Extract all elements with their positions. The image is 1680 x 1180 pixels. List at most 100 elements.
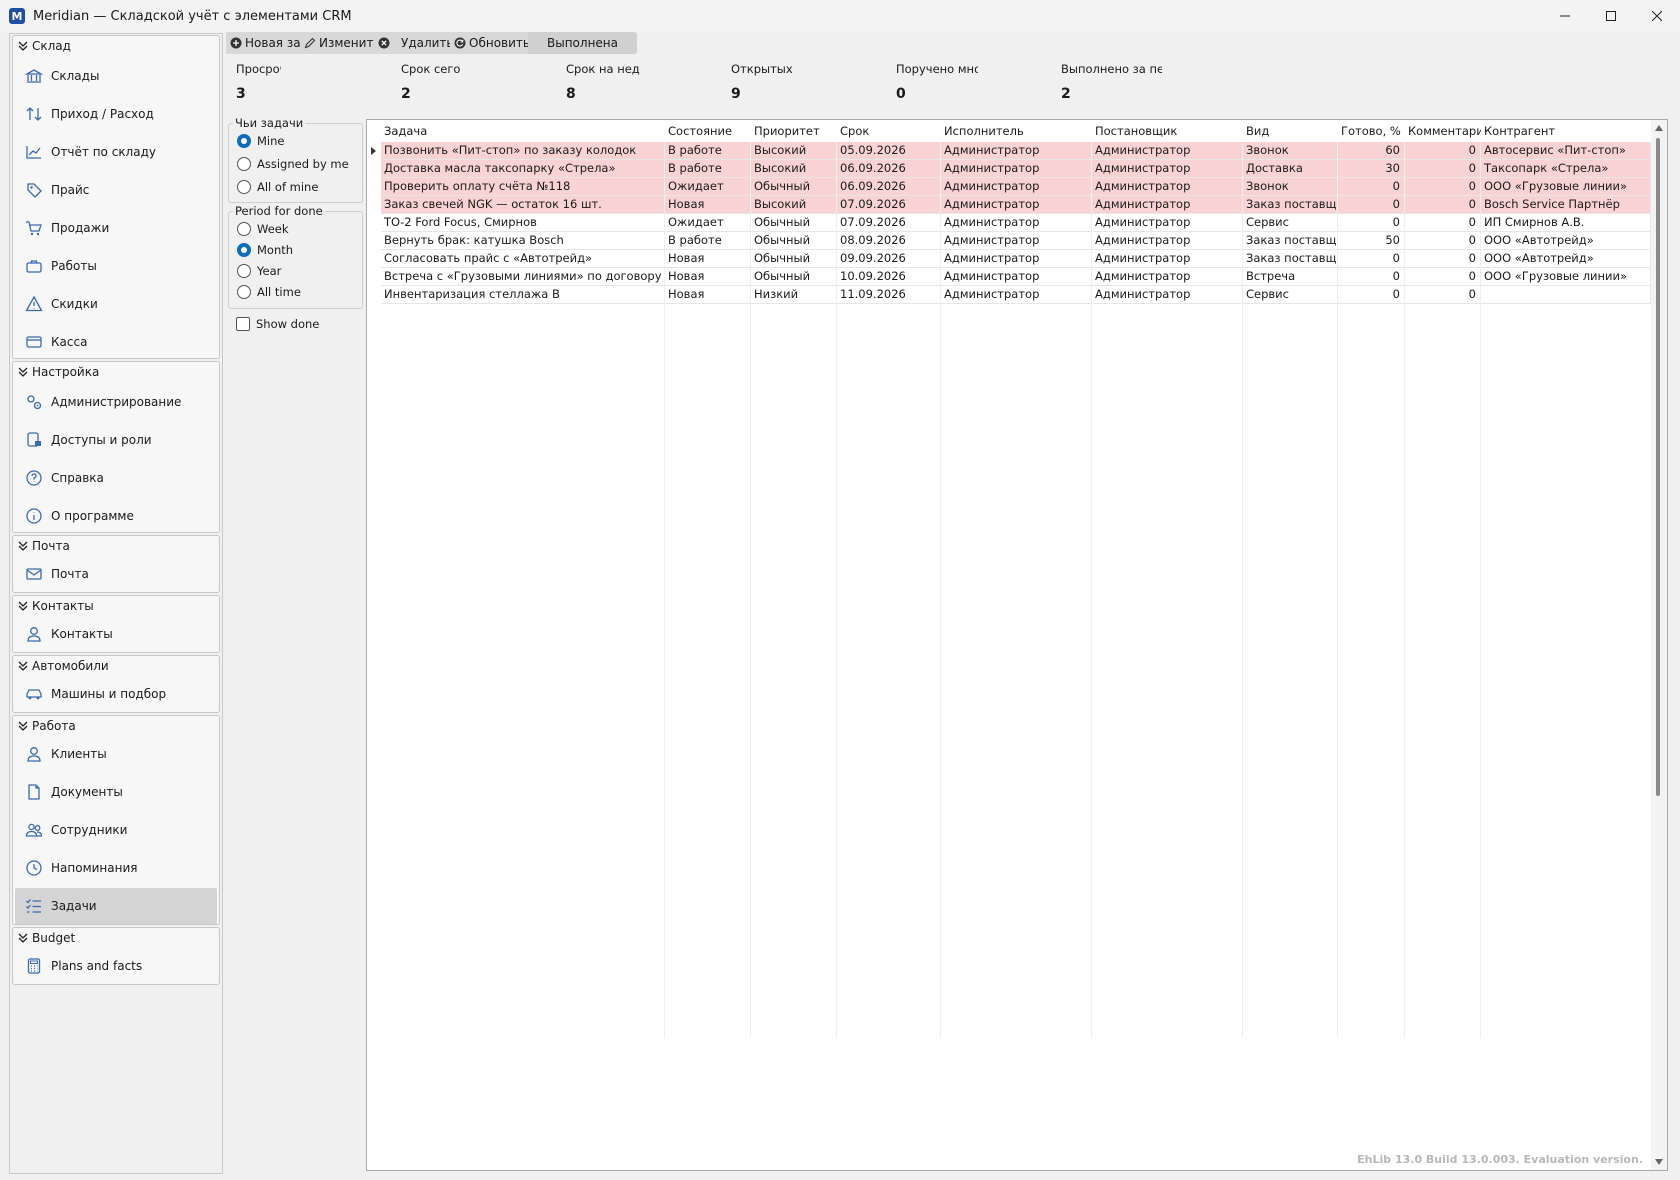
- nav-item-label: Приход / Расход: [51, 107, 154, 121]
- cell-creator: Администратор: [1092, 196, 1243, 213]
- column-header-counterparty[interactable]: Контрагент: [1481, 124, 1651, 140]
- radio-year[interactable]: Year: [237, 264, 281, 278]
- nav-item-label: Напоминания: [51, 861, 138, 875]
- nav-item-contacts[interactable]: Контакты: [15, 616, 217, 652]
- cell-due: 07.09.2026: [837, 214, 941, 231]
- nav-item-access-roles[interactable]: Доступы и роли: [15, 422, 217, 458]
- scroll-up-icon[interactable]: [1655, 125, 1663, 131]
- nav-item-mail[interactable]: Почта: [15, 556, 217, 592]
- nav-item-about[interactable]: О программе: [15, 498, 217, 534]
- cell-done-percent: 0: [1338, 196, 1405, 213]
- nav-item-cashbox[interactable]: Касса: [15, 324, 217, 360]
- collapse-chevron-icon: [18, 541, 28, 551]
- nav-item-discounts[interactable]: Скидки: [15, 286, 217, 322]
- radio-button[interactable]: [237, 180, 251, 194]
- show-done-label: Show done: [256, 317, 320, 331]
- nav-group-header[interactable]: Контакты: [13, 596, 219, 616]
- cell-due: 05.09.2026: [837, 142, 941, 159]
- document-icon: [28, 784, 40, 800]
- radio-month[interactable]: Month: [237, 243, 293, 257]
- cell-task: Вернуть брак: катушка Bosch: [381, 232, 665, 249]
- delete-label: Удалить: [401, 36, 450, 50]
- radio-button[interactable]: [237, 243, 251, 257]
- nav-item-administration[interactable]: Администрирование: [15, 384, 217, 420]
- edit-button[interactable]: Изменить: [300, 32, 374, 54]
- column-header-creator[interactable]: Постановщик: [1092, 124, 1243, 140]
- maximize-icon: [1606, 11, 1616, 21]
- cell-assignee: Администратор: [941, 142, 1092, 159]
- nav-item-sales[interactable]: Продажи: [15, 210, 217, 246]
- table-row[interactable]: Вернуть брак: катушка Bosch В работе Обычн…: [381, 232, 1651, 250]
- nav-item-income-expense[interactable]: Приход / Расход: [15, 96, 217, 132]
- cell-due: 06.09.2026: [837, 160, 941, 177]
- nav-group-title: Контакты: [32, 599, 94, 613]
- radio-button[interactable]: [237, 264, 251, 278]
- table-row[interactable]: ТО-2 Ford Focus, Смирнов Ожидает Обычный 07…: [381, 214, 1651, 232]
- nav-item-label: Продажи: [51, 221, 110, 235]
- mark-done-button[interactable]: Выполнена: [528, 32, 637, 54]
- scroll-thumb[interactable]: [1656, 138, 1660, 796]
- table-row[interactable]: Инвентаризация стеллажа B Новая Низкий 11.0…: [381, 286, 1651, 304]
- maximize-button[interactable]: [1588, 0, 1634, 32]
- column-header-done-percent[interactable]: Готово, %: [1338, 124, 1405, 140]
- cell-type: Заказ поставщику: [1243, 232, 1338, 249]
- nav-group-header[interactable]: Склад: [13, 36, 219, 56]
- column-header-type[interactable]: Вид: [1243, 124, 1338, 140]
- refresh-button[interactable]: Обновить: [450, 32, 528, 54]
- nav-item-documents[interactable]: Документы: [15, 774, 217, 810]
- nav-item-employees[interactable]: Сотрудники: [15, 812, 217, 848]
- stat-value: 2: [1061, 86, 1071, 102]
- mail-icon: [26, 568, 42, 580]
- column-header-due[interactable]: Срок: [837, 124, 941, 140]
- nav-group-mail: Почта Почта: [12, 535, 220, 593]
- table-row[interactable]: Доставка масла таксопарку «Стрела» В рабо…: [381, 160, 1651, 178]
- nav-item-clients[interactable]: Клиенты: [15, 736, 217, 772]
- table-row[interactable]: Проверить оплату счёта №118 Ожидает Обычны…: [381, 178, 1651, 196]
- nav-item-tasks[interactable]: Задачи: [15, 888, 217, 924]
- radio-all-of-mine[interactable]: All of mine: [237, 180, 318, 194]
- nav-item-label: Администрирование: [51, 395, 182, 409]
- nav-group-header[interactable]: Почта: [13, 536, 219, 556]
- column-header-priority[interactable]: Приоритет: [751, 124, 837, 140]
- radio-button[interactable]: [237, 285, 251, 299]
- nav-item-cars[interactable]: Машины и подбор: [15, 676, 217, 712]
- nav-item-warehouse-report[interactable]: Отчёт по складу: [15, 134, 217, 170]
- nav-item-price[interactable]: Прайс: [15, 172, 217, 208]
- column-header-assignee[interactable]: Исполнитель: [941, 124, 1092, 140]
- radio-button[interactable]: [237, 134, 251, 148]
- nav-group-header[interactable]: Работа: [13, 716, 219, 736]
- table-row[interactable]: Встреча с «Грузовыми линиями» по договор…: [381, 268, 1651, 286]
- nav-group-header[interactable]: Budget: [13, 928, 219, 948]
- nav-group-header[interactable]: Настройка: [13, 362, 219, 382]
- nav-item-plans-facts[interactable]: Plans and facts: [15, 948, 217, 984]
- delete-button[interactable]: Удалить: [374, 32, 450, 54]
- close-button[interactable]: [1634, 0, 1680, 32]
- nav-item-label: Задачи: [51, 899, 97, 913]
- nav-item-warehouses[interactable]: Склады: [15, 58, 217, 94]
- radio-button[interactable]: [237, 222, 251, 236]
- scroll-down-icon[interactable]: [1655, 1159, 1663, 1165]
- nav-item-reminders[interactable]: Напоминания: [15, 850, 217, 886]
- column-header-task[interactable]: Задача: [381, 124, 665, 140]
- column-header-state[interactable]: Состояние: [665, 124, 751, 140]
- radio-button[interactable]: [237, 157, 251, 171]
- radio-mine[interactable]: Mine: [237, 134, 284, 148]
- column-header-comments[interactable]: Комментарии: [1405, 124, 1481, 140]
- radio-assigned-by-me[interactable]: Assigned by me: [237, 157, 349, 171]
- table-row[interactable]: Согласовать прайс с «Автотрейд» Новая Обыч…: [381, 250, 1651, 268]
- nav-group-header[interactable]: Автомобили: [13, 656, 219, 676]
- cell-assignee: Администратор: [941, 232, 1092, 249]
- minimize-button[interactable]: [1542, 0, 1588, 32]
- table-row[interactable]: Заказ свечей NGK — остаток 16 шт. Новая Вы…: [381, 196, 1651, 214]
- nav-item-works[interactable]: Работы: [15, 248, 217, 284]
- show-done-toggle[interactable]: Show done: [236, 317, 319, 331]
- new-task-button[interactable]: Новая задача: [226, 32, 300, 54]
- nav-group-cars: Автомобили Машины и подбор: [12, 655, 220, 713]
- radio-all-time[interactable]: All time: [237, 285, 301, 299]
- vertical-scrollbar[interactable]: [1651, 120, 1667, 1170]
- show-done-checkbox[interactable]: [236, 317, 250, 331]
- nav-item-help[interactable]: Справка: [15, 460, 217, 496]
- table-row[interactable]: Позвонить «Пит-стоп» по заказу колодок В …: [381, 142, 1651, 160]
- radio-week[interactable]: Week: [237, 222, 289, 236]
- nav-item-label: Касса: [51, 335, 88, 349]
